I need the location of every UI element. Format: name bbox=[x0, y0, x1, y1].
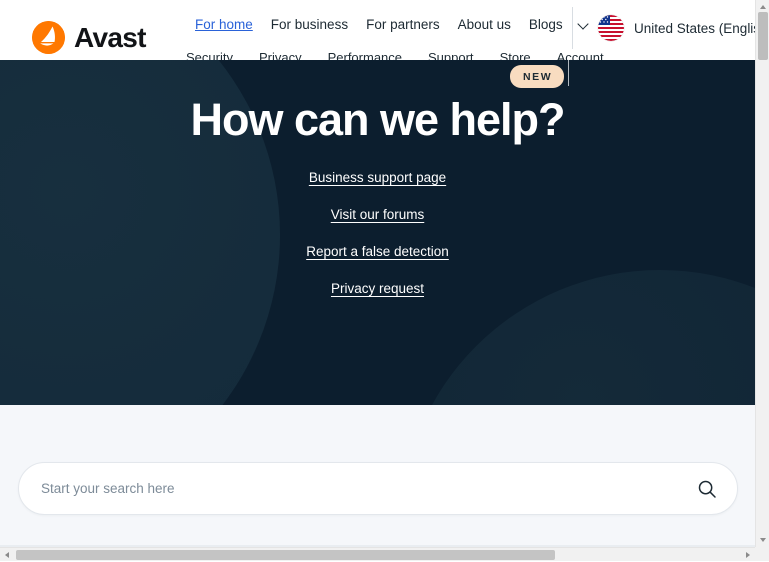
vertical-scrollbar-thumb[interactable] bbox=[758, 12, 768, 60]
hero-vertical-divider bbox=[568, 60, 569, 86]
nav-item-blogs-label: Blogs bbox=[520, 17, 572, 32]
new-badge: NEW bbox=[510, 65, 564, 88]
hero-content: NEW How can we help? Business support pa… bbox=[0, 60, 755, 405]
horizontal-scrollbar-thumb[interactable] bbox=[16, 550, 555, 560]
search-section bbox=[0, 405, 755, 547]
nav-item-for-partners[interactable]: For partners bbox=[357, 17, 449, 32]
nav-item-about-us[interactable]: About us bbox=[449, 17, 520, 32]
horizontal-scrollbar[interactable] bbox=[0, 547, 755, 561]
hero-link-business-support-page[interactable]: Business support page bbox=[309, 170, 446, 185]
page-viewport: Avast For home For business For partners… bbox=[0, 0, 755, 547]
primary-navigation: For home For business For partners About… bbox=[186, 17, 593, 32]
nav-item-for-home[interactable]: For home bbox=[186, 17, 262, 32]
hero-links-list: Business support page Visit our forums R… bbox=[0, 170, 755, 296]
site-header: Avast For home For business For partners… bbox=[0, 0, 755, 60]
hero-link-privacy-request[interactable]: Privacy request bbox=[331, 281, 424, 296]
page-title: How can we help? bbox=[0, 95, 755, 145]
hero-link-report-a-false-detection[interactable]: Report a false detection bbox=[306, 244, 449, 259]
chevron-down-icon bbox=[578, 19, 589, 30]
scrollbar-corner bbox=[755, 547, 769, 561]
scroll-left-arrow-icon[interactable] bbox=[0, 548, 14, 562]
search-bar[interactable] bbox=[18, 462, 738, 515]
hero-link-visit-our-forums[interactable]: Visit our forums bbox=[331, 207, 425, 222]
scroll-down-arrow-icon[interactable] bbox=[756, 533, 769, 547]
nav-item-for-business[interactable]: For business bbox=[262, 17, 357, 32]
avast-logo-text: Avast bbox=[74, 24, 146, 52]
nav-item-blogs[interactable]: Blogs bbox=[520, 17, 593, 32]
avast-logo[interactable]: Avast bbox=[32, 21, 146, 54]
locale-label: United States (Englis bbox=[634, 21, 755, 36]
locale-selector[interactable]: United States (Englis bbox=[598, 15, 755, 41]
search-icon[interactable] bbox=[685, 479, 729, 499]
avast-logo-icon bbox=[32, 21, 65, 54]
scroll-right-arrow-icon[interactable] bbox=[741, 548, 755, 562]
header-divider bbox=[572, 7, 573, 49]
hero-section: NEW How can we help? Business support pa… bbox=[0, 60, 755, 405]
search-input[interactable] bbox=[41, 481, 685, 496]
vertical-scrollbar[interactable] bbox=[755, 0, 769, 547]
us-flag-icon bbox=[598, 15, 624, 41]
